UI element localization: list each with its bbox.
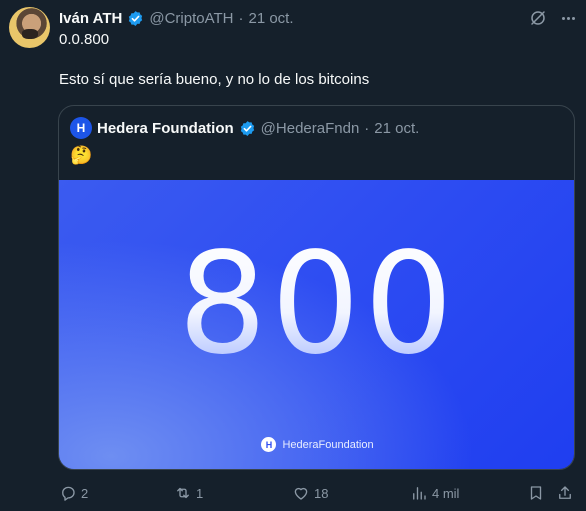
share-icon	[559, 486, 571, 499]
views-icon	[413, 487, 426, 500]
reply-count: 2	[81, 485, 89, 501]
verified-badge-icon	[240, 120, 254, 136]
bookmark-button[interactable]	[527, 482, 545, 504]
hedera-logo-icon: H	[70, 117, 92, 139]
quoted-author-name[interactable]: Hedera Foundation	[97, 120, 234, 137]
tweet-date[interactable]: 21 oct.	[248, 10, 293, 27]
hedera-logo-icon: H	[261, 437, 277, 452]
repost-count: 1	[196, 485, 204, 501]
views-button[interactable]: 4 mil	[410, 482, 459, 504]
bookmark-icon	[530, 486, 542, 500]
separator: ·	[364, 119, 370, 137]
separator: ·	[238, 9, 244, 27]
image-brand: H HederaFoundation	[59, 437, 574, 452]
more-icon[interactable]	[558, 8, 578, 28]
tweet-line: Esto sí que sería bueno, y no lo de los …	[59, 71, 370, 88]
quoted-image[interactable]: 800 H HederaFoundation	[59, 180, 574, 469]
reply-button[interactable]: 2	[59, 482, 88, 504]
grok-icon[interactable]	[529, 9, 547, 27]
thinking-emoji: 🤔	[70, 145, 93, 165]
quoted-tweet-date[interactable]: 21 oct.	[374, 120, 419, 137]
quoted-tweet-header: H Hedera Foundation @HederaFndn · 21 oct…	[70, 117, 419, 139]
author-handle[interactable]: @CriptoATH	[149, 10, 233, 27]
quoted-author-handle[interactable]: @HederaFndn	[261, 120, 360, 137]
repost-button[interactable]: 1	[174, 482, 203, 504]
brand-text: HederaFoundation	[282, 438, 374, 451]
tweet-line: 0.0.800	[59, 31, 110, 48]
share-button[interactable]	[556, 482, 574, 504]
reply-icon	[62, 486, 75, 501]
action-bar: 2 1 18 4 mil	[0, 482, 586, 504]
quoted-tweet[interactable]: H Hedera Foundation @HederaFndn · 21 oct…	[58, 105, 575, 470]
tweet-header: Iván ATH @CriptoATH · 21 oct.	[59, 8, 294, 28]
author-name[interactable]: Iván ATH	[59, 10, 122, 27]
repost-icon	[177, 487, 189, 499]
image-number: 800	[59, 230, 574, 380]
verified-badge-icon	[129, 10, 143, 26]
like-icon	[294, 487, 308, 500]
avatar[interactable]	[9, 7, 50, 48]
views-count: 4 mil	[432, 485, 460, 501]
like-button[interactable]: 18	[292, 482, 328, 504]
like-count: 18	[314, 485, 329, 501]
tweet-text: 0.0.800 Esto sí que sería bueno, y no lo…	[59, 30, 369, 90]
